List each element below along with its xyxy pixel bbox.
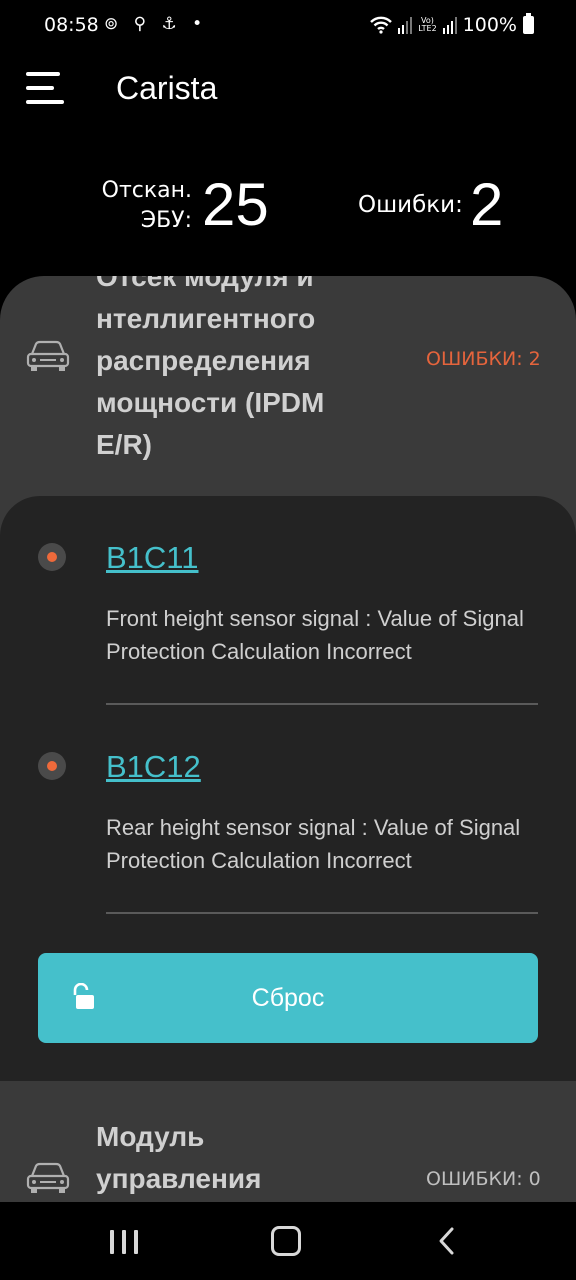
ecu-error-count: ОШИБКИ: 2 xyxy=(426,348,541,370)
battery-icon xyxy=(523,13,534,34)
error-indicator-icon xyxy=(38,752,66,780)
back-button[interactable] xyxy=(436,1226,458,1256)
dtc-panel: B1C11 Front height sensor signal : Value… xyxy=(0,496,576,1081)
notification-icons: ⊚ ⚲ ⚓ • xyxy=(104,14,207,34)
wifi-icon xyxy=(370,16,393,34)
ecu-name: Модуль управления xyxy=(96,1121,262,1194)
menu-icon[interactable] xyxy=(26,70,64,106)
reset-button[interactable]: Сброс xyxy=(38,953,538,1043)
dtc-code-link[interactable]: B1C12 xyxy=(106,749,201,785)
ecu-name: Отсек модуля и нтеллигентного распределе… xyxy=(96,276,325,460)
signal-icon-2 xyxy=(442,17,457,34)
dtc-description: Rear height sensor signal : Value of Sig… xyxy=(106,815,521,873)
divider xyxy=(106,703,538,705)
status-right: Vo) LTE2 100% xyxy=(370,13,534,36)
divider xyxy=(106,912,538,914)
battery-percent: 100% xyxy=(462,14,517,36)
dot-icon: • xyxy=(192,14,208,34)
error-indicator-icon xyxy=(38,543,66,571)
anchor-icon: ⚓ xyxy=(161,14,182,34)
errors-count: 2 xyxy=(470,171,504,238)
home-button[interactable] xyxy=(271,1226,301,1256)
dtc-description: Front height sensor signal : Value of Si… xyxy=(106,606,524,664)
scanned-ecu-count: 25 xyxy=(202,171,269,238)
system-nav-bar xyxy=(0,1202,576,1280)
app-title: Carista xyxy=(116,70,218,106)
lte-indicator: Vo) LTE2 xyxy=(418,16,437,33)
car-icon xyxy=(26,340,70,371)
ecu-header[interactable]: Отсек модуля и нтеллигентного распределе… xyxy=(0,276,576,496)
whatsapp-icon: ⊚ xyxy=(104,14,124,34)
recent-apps-button[interactable] xyxy=(110,1230,138,1254)
ecu-error-count: ОШИБКИ: 0 xyxy=(426,1168,541,1190)
ecu-card: Отсек модуля и нтеллигентного распределе… xyxy=(0,276,576,1276)
dtc-code-link[interactable]: B1C11 xyxy=(106,540,199,576)
search-icon: ⚲ xyxy=(133,14,152,34)
car-icon xyxy=(26,1162,70,1193)
scanned-ecu-label: Отскан. ЭБУ: xyxy=(101,178,192,233)
signal-icon xyxy=(398,17,413,34)
status-time: 08:58 xyxy=(44,14,99,36)
errors-label: Ошибки: xyxy=(358,192,463,218)
reset-button-label: Сброс xyxy=(251,984,325,1012)
status-bar: 08:58 ⊚ ⚲ ⚓ • Vo) LTE2 100% xyxy=(0,0,576,54)
